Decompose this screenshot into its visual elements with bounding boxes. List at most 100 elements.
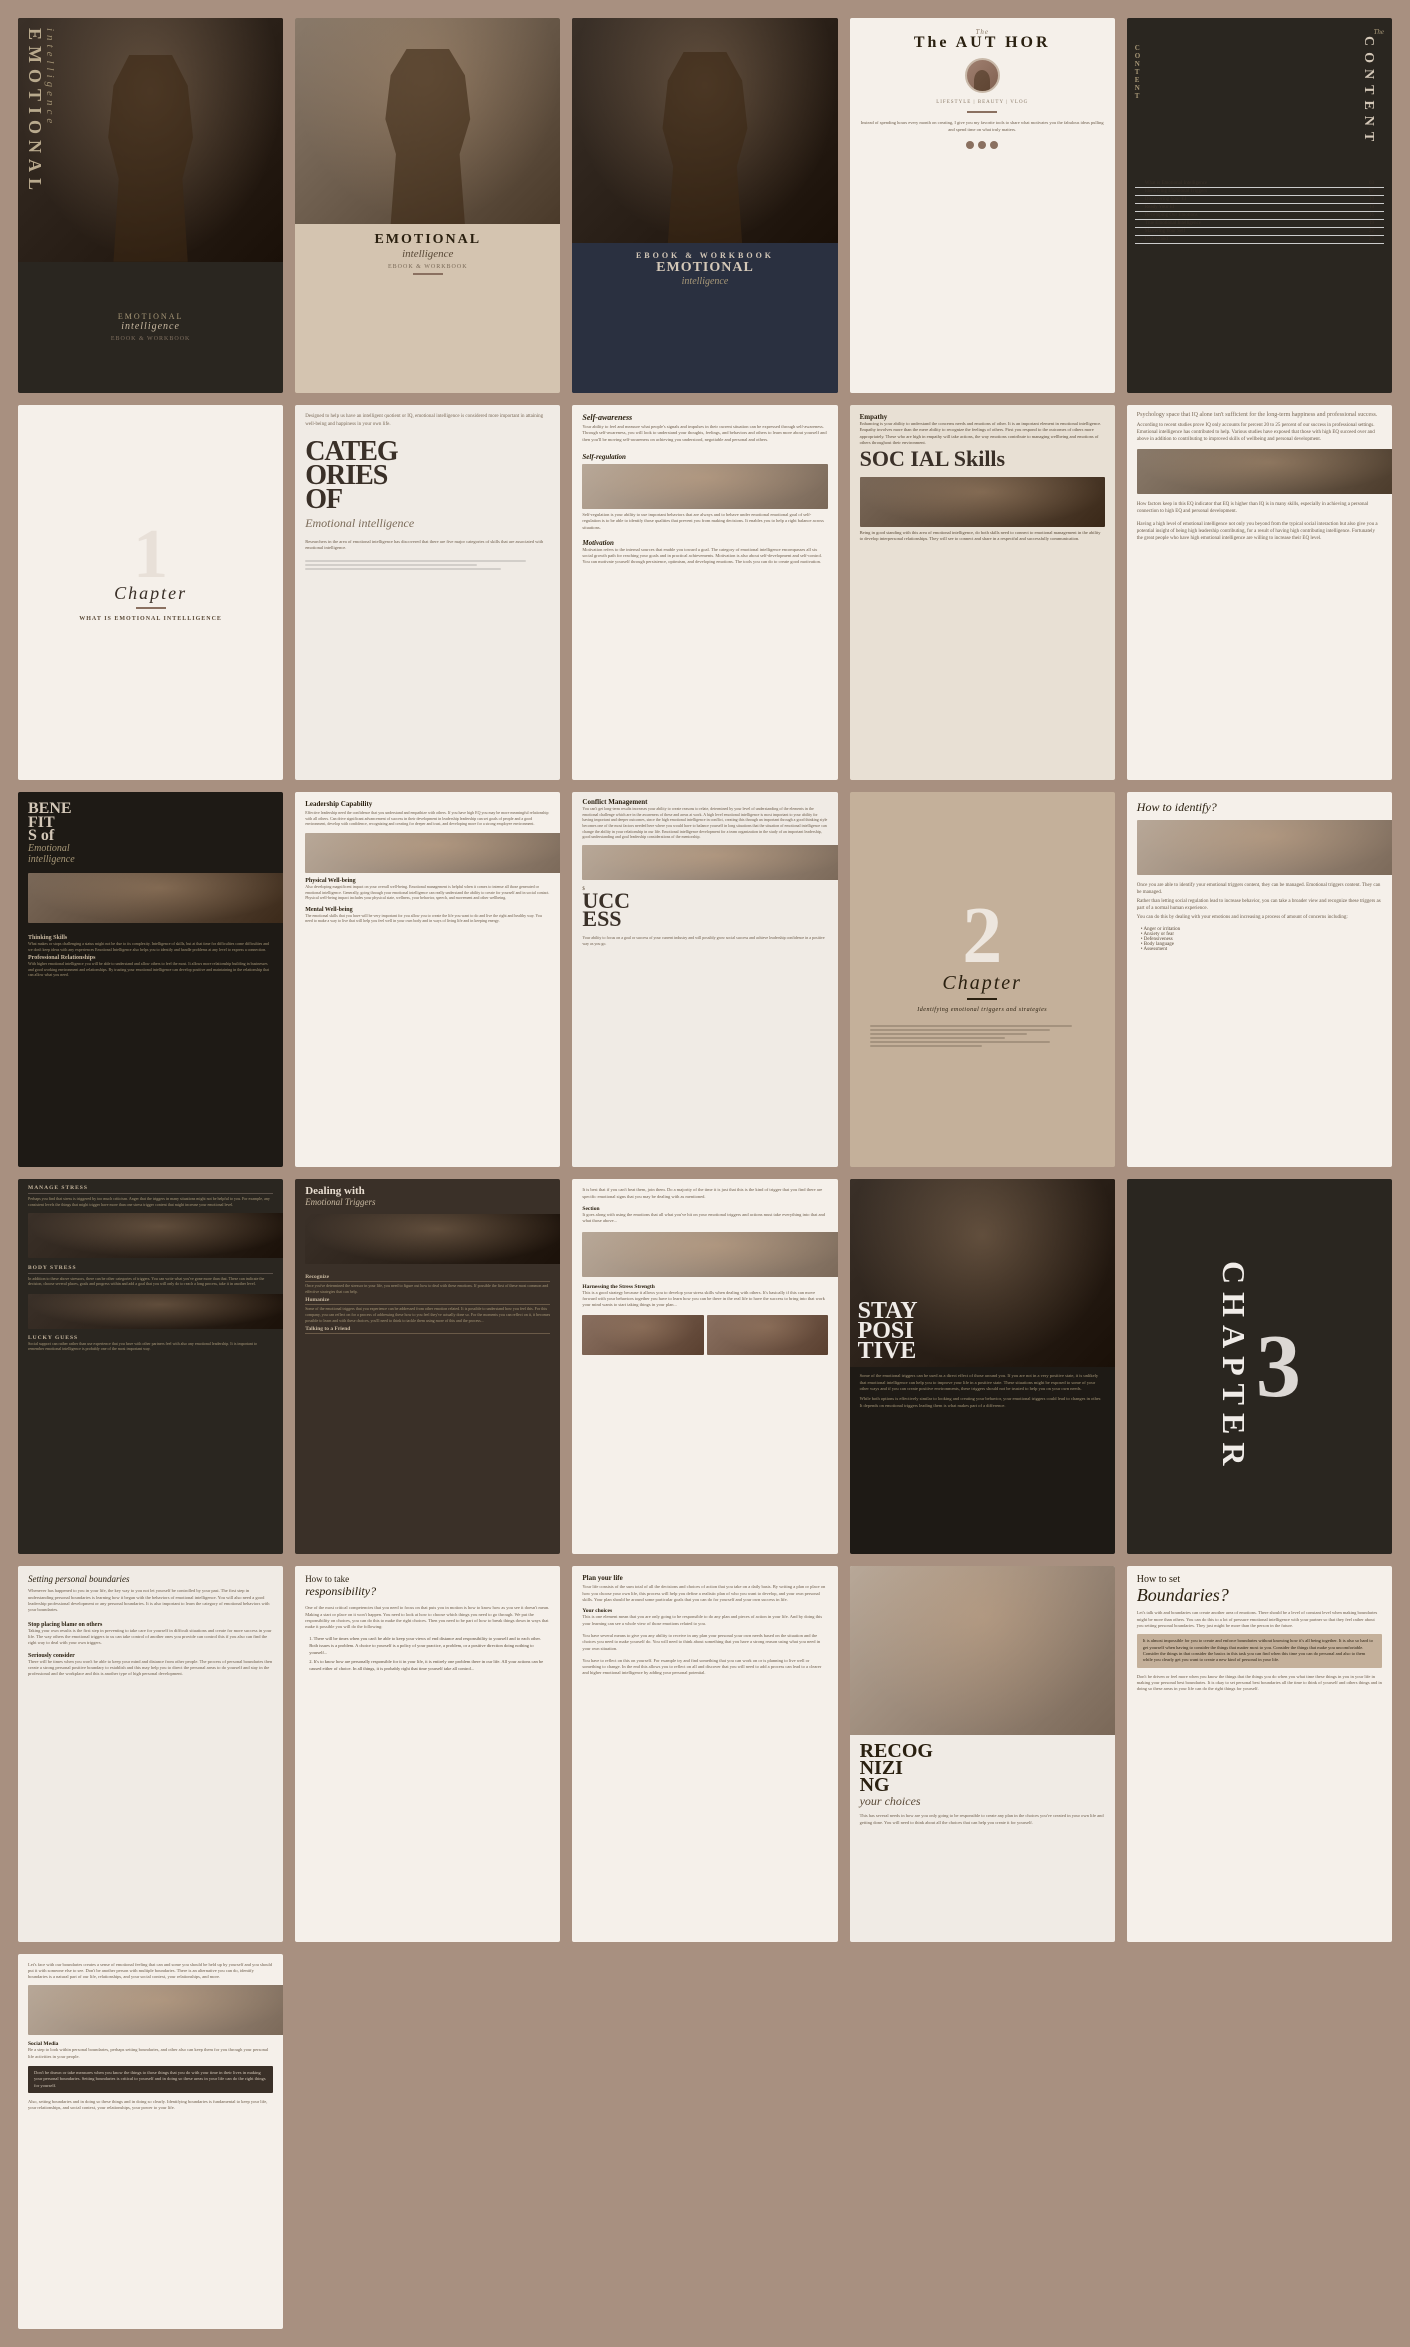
author-bio: Instead of spending hours every month on… (850, 116, 1115, 138)
cover-script: intelligence (121, 321, 180, 332)
talking-title: Talking to a Friend (305, 1326, 550, 1332)
card-chapter-1: 1 Chapter WHAT IS EMOTIONAL INTELLIGENCE (18, 405, 283, 780)
self-awareness-body: Your ability to feel and measure what pe… (582, 422, 827, 445)
empathy-title: Empathy (860, 413, 1105, 421)
recognizing-big: RECOGNIZING (860, 1743, 1105, 1794)
how-identify-body2: Rather than letting social regulation le… (1137, 898, 1382, 912)
card2-sub2: EBOOK & WORKBOOK (303, 264, 552, 270)
humanize-body: Some of the emotional triggers that you … (305, 1306, 550, 1323)
responsibility-subtitle: responsibility? (305, 1584, 550, 1599)
toc-label-7: Mastering Your Self (1145, 229, 1185, 234)
toc-item-5: Developing Our Emotions16 (1135, 212, 1384, 220)
toc-page-4: 13 (1369, 205, 1374, 210)
card-psychology: Psychology space that IQ alone isn't suf… (1127, 405, 1392, 780)
motivation-title: Motivation (582, 539, 827, 547)
recognize-body: Once you've determined the stressor in y… (305, 1283, 550, 1294)
chapter-2-number: 2 (962, 904, 1002, 968)
toc-page-1: 03 (1369, 181, 1374, 186)
toc-label-6: True Emotional Intelligence (1145, 221, 1201, 226)
responsibility-title: How to take (305, 1574, 550, 1584)
toc-label-3: Discovering Your EI (1145, 197, 1186, 202)
how-set-subtitle: Boundaries? (1137, 1585, 1382, 1606)
author-title: The AUT HOR (858, 36, 1107, 50)
how-identify-body3: You can do this by dealing with your emo… (1137, 914, 1382, 921)
card-responsibility: How to take responsibility? One of the m… (295, 1566, 560, 1941)
toc-item-6: True Emotional Intelligence 19 (1135, 220, 1384, 228)
mental-body: The emotional skills that you have will … (305, 913, 550, 924)
plan-life-body: Your life consists of the sum total of a… (582, 1584, 827, 1603)
how-identify-title: How to identify? (1137, 800, 1382, 815)
card-toc: The CONTENT CONTENT What is Emotional In… (1127, 18, 1392, 393)
body-stress-title: Body Stress (28, 1265, 273, 1271)
benefits-title: BENEFITS of (28, 802, 273, 843)
toc-item-3: Discovering Your EI10 (1135, 196, 1384, 204)
chapter-3-number: 3 (1256, 1331, 1301, 1403)
physical-body: Also developing magnificent impact on yo… (305, 884, 550, 901)
toc-label-4: Ready Your EI (1145, 205, 1175, 210)
chapter-2-subtitle: Identifying emotional triggers and strat… (907, 1003, 1057, 1017)
toc-page-6: 19 (1369, 221, 1374, 226)
manage-1-body: Perhaps you find that stress is triggere… (28, 1196, 273, 1207)
card-chapter-3: CHAPTER 3 (1127, 1179, 1392, 1554)
last-highlight-text: Don't be drawn or take measures when you… (34, 2070, 267, 2089)
recognizing-body: This has several needs in how are you on… (850, 1811, 1115, 1828)
success-big: UCCESS (582, 892, 827, 929)
card-chapter-2: 2 Chapter Identifying emotional triggers… (850, 792, 1115, 1167)
categories-intro: Designed to help us have an intelligent … (305, 413, 550, 428)
toc-item-2: Identifying Emotional Triggers07 (1135, 188, 1384, 196)
dealing-subtitle: Emotional Triggers (305, 1197, 550, 1207)
vertical-subtitle: intelligence (44, 28, 56, 127)
stay-positive-body2: While both options is effectively simila… (860, 1396, 1105, 1410)
self-reg-body: Self-regulation is your ability to use i… (582, 512, 827, 531)
toc-title-vert: CONTENT (1360, 36, 1376, 116)
dealing-title: Dealing with (305, 1187, 550, 1197)
how-set-body2: Don't be driven or feel more when you kn… (1127, 1671, 1392, 1696)
small-photo-1 (582, 1315, 703, 1355)
social-media-body: Be a step to look within personal bounda… (28, 2047, 273, 2060)
setting-boundaries-body: Whenever has happened to you in your lif… (18, 1586, 283, 1615)
chapter-1-number: 1 (133, 527, 168, 583)
plan-body2: You have several means to give you any a… (572, 1630, 837, 1655)
social-icons (850, 138, 1115, 152)
toc-label-1: What is Emotional Intelligence (1145, 181, 1207, 186)
card-conflict: Conflict Management You can't get long-t… (572, 792, 837, 1167)
social-skills-body: Being in good standing with this area of… (860, 530, 1105, 543)
thinking-body: What makes or stops challenging a status… (28, 941, 273, 952)
responsibility-body: One of the most critical competencies th… (295, 1603, 560, 1632)
resp-list-2: 2. It's to know how are personally respo… (309, 1658, 546, 1672)
vertical-title: EMOTIONAL (24, 28, 45, 196)
categories-body: Researchers in the area of emotional int… (295, 535, 560, 557)
main-grid: EMOTIONAL intelligence EMOTIONAL intelli… (0, 0, 1410, 2347)
self-awareness-title: Self-awareness (582, 413, 827, 422)
plan-body3: You have to reflect on this on yourself.… (572, 1655, 837, 1680)
social-icon-3 (990, 141, 998, 149)
card-manage: Manage Stress Perhaps you find that stre… (18, 1179, 283, 1554)
card3-sub2: intelligence (580, 276, 829, 287)
toc-item-7: Mastering Your Self22 (1135, 228, 1384, 236)
toc-label-5: Developing Our Emotions (1145, 213, 1198, 218)
psychology-intro: Psychology space that IQ alone isn't suf… (1137, 411, 1382, 419)
last-body2: Also, setting boundaries and in doing so… (18, 2096, 283, 2115)
recognizing-subtitle: your choices (860, 1794, 1105, 1809)
conflict-body: You can't get long-term results increase… (582, 806, 827, 840)
card3-title: EBOOK & WORKBOOK (580, 251, 829, 260)
toc-page-8: 25 (1369, 237, 1374, 242)
last-body: Let's face with our boundaries creates a… (28, 1962, 273, 1981)
card-dealing: Dealing with Emotional Triggers Recogniz… (295, 1179, 560, 1554)
leadership-title: Leadership Capability (305, 800, 550, 808)
card-ebook-workbook: EBOOK & WORKBOOK EMOTIONAL intelligence (572, 18, 837, 393)
toc-page-2: 07 (1369, 189, 1374, 194)
card-emotional-script: EMOTIONAL intelligence EBOOK & WORKBOOK (295, 18, 560, 393)
recognize-title: Recognize (305, 1274, 550, 1280)
last-highlight: Don't be drawn or take measures when you… (28, 2066, 273, 2093)
card18-strength-body: This is a good strategy because it allow… (582, 1290, 827, 1309)
how-set-title: How to set (1137, 1574, 1382, 1585)
toc-item-4: Ready Your EI 13 (1135, 204, 1384, 212)
card-18: It is best that if you can't beat them, … (572, 1179, 837, 1554)
humanize-title: Humanize (305, 1297, 550, 1303)
seriously-consider-body: There will be times when you won't be ab… (28, 1659, 273, 1678)
psychology-cont: How factors keep in this EQ indicator th… (1127, 497, 1392, 519)
boundaries-highlight-text: It is almost impossible for you to creat… (1143, 1638, 1376, 1663)
relationships-body: With higher emotional intelligence you w… (28, 961, 273, 978)
psychology-cont2: Having a high level of emotional intelli… (1127, 519, 1392, 544)
